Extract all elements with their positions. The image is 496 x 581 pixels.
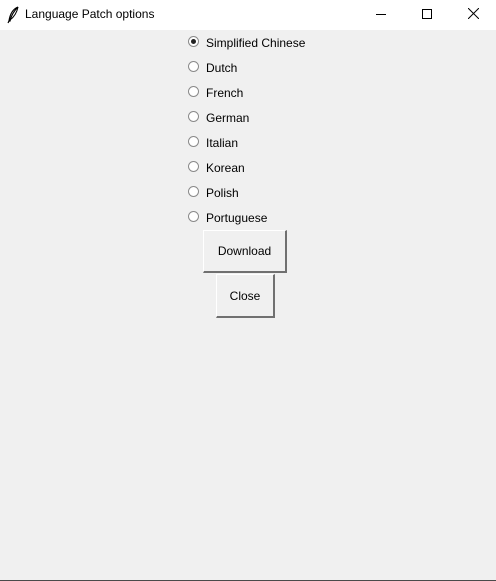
radio-button[interactable] xyxy=(188,186,199,197)
radio-label: Polish xyxy=(206,186,239,200)
radio-option-french[interactable]: French xyxy=(188,83,243,103)
radio-option-simplified-chinese[interactable]: Simplified Chinese xyxy=(188,33,305,53)
maximize-icon xyxy=(422,6,432,24)
close-button[interactable]: Close xyxy=(216,274,275,318)
maximize-button[interactable] xyxy=(404,0,450,30)
radio-label: Korean xyxy=(206,161,245,175)
minimize-button[interactable] xyxy=(358,0,404,30)
download-button[interactable]: Download xyxy=(203,230,287,273)
radio-button[interactable] xyxy=(188,61,199,72)
radio-button[interactable] xyxy=(188,111,199,122)
radio-option-portuguese[interactable]: Portuguese xyxy=(188,208,267,228)
radio-label: German xyxy=(206,111,250,125)
radio-button[interactable] xyxy=(188,211,199,222)
minimize-icon xyxy=(376,6,386,24)
radio-label: Portuguese xyxy=(206,211,268,225)
title-bar[interactable]: Language Patch options xyxy=(0,0,496,30)
radio-option-german[interactable]: German xyxy=(188,108,249,128)
radio-button-checked[interactable] xyxy=(188,36,199,47)
close-window-button[interactable] xyxy=(450,0,496,30)
feather-icon xyxy=(6,6,20,24)
window-title: Language Patch options xyxy=(25,7,155,21)
radio-label: Italian xyxy=(206,136,239,150)
close-button-label: Close xyxy=(229,288,261,303)
close-icon xyxy=(467,6,479,24)
download-button-label: Download xyxy=(217,244,272,258)
radio-option-italian[interactable]: Italian xyxy=(188,133,238,153)
radio-button[interactable] xyxy=(188,136,199,147)
radio-label: Simplified Chinese xyxy=(206,36,306,50)
language-patch-window: Language Patch options Simplified Chines… xyxy=(0,0,496,581)
radio-label: Dutch xyxy=(206,61,238,75)
radio-button[interactable] xyxy=(188,161,199,172)
radio-option-korean[interactable]: Korean xyxy=(188,158,245,178)
radio-button[interactable] xyxy=(188,86,199,97)
radio-label: French xyxy=(206,86,244,100)
radio-option-dutch[interactable]: Dutch xyxy=(188,58,237,78)
radio-option-polish[interactable]: Polish xyxy=(188,183,239,203)
